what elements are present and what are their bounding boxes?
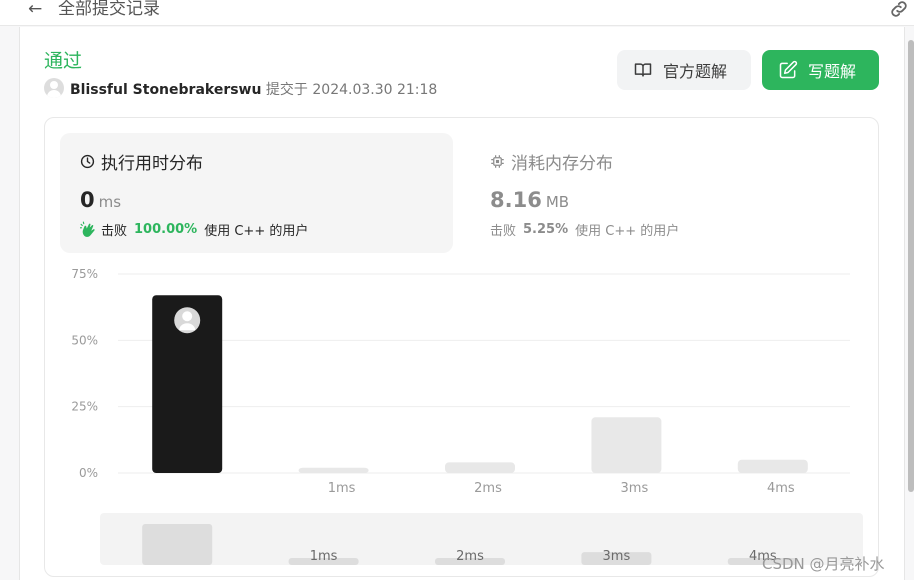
submission-meta: Blissful Stonebrakerswu 提交于 2024.03.30 2… [70,79,437,99]
submitted-time: 2024.03.30 21:18 [312,82,438,98]
x-tick-label: 1ms [328,481,356,496]
runtime-distribution-chart[interactable]: 75%50%25%0%1ms 2ms 3ms 4ms1ms 2ms 3ms 4ms [60,262,865,567]
avatar[interactable] [44,78,64,98]
overview-tick-label: 2ms [456,549,484,564]
runtime-beats: 击败 100.00% 使用 C++ 的用户 [80,220,308,239]
chart-bar[interactable] [737,459,808,473]
runtime-title: 执行用时分布 [80,149,203,174]
top-bar: ← 全部提交记录 [0,0,914,26]
memory-beats-suffix: 使用 C++ 的用户 [575,224,680,239]
avatar-marker-head [182,311,193,322]
write-solution-label: 写题解 [808,62,857,81]
runtime-number: 0 [80,188,95,212]
scrollbar[interactable] [908,40,914,492]
submitted-label: 提交于 [265,82,308,98]
memory-value: 8.16 MB [490,188,569,212]
link-icon[interactable] [888,0,910,20]
runtime-beats-label: 击败 [101,224,128,239]
x-tick-label: 4ms [767,481,795,496]
runtime-value: 0 ms [80,188,121,212]
memory-beats-label: 击败 [490,224,517,239]
y-tick-label: 50% [71,333,98,347]
chart-bar[interactable] [298,467,369,473]
status-label: 通过 [44,50,83,72]
chip-icon [491,155,504,168]
memory-title-text: 消耗内存分布 [511,154,613,174]
edit-icon [779,60,798,79]
memory-tab[interactable]: 消耗内存分布 8.16 MB 击败 5.25% 使用 C++ 的用户 [470,133,863,253]
x-tick-label: 2ms [474,481,502,496]
chart-bar[interactable] [445,462,515,473]
memory-beats: 击败 5.25% 使用 C++ 的用户 [490,220,679,239]
arrow-left-icon[interactable]: ← [28,0,42,18]
username[interactable]: Blissful Stonebrakerswu [70,82,261,98]
memory-title: 消耗内存分布 [490,149,613,174]
y-tick-label: 25% [71,400,98,414]
memory-number: 8.16 [490,188,542,212]
y-tick-label: 0% [79,466,98,480]
clock-icon [80,154,95,169]
chart-bar[interactable] [591,417,662,473]
y-tick-label: 75% [71,267,98,281]
overview-tick-label: 1ms [310,549,338,564]
official-solution-button[interactable]: 官方题解 [617,50,751,90]
write-solution-button[interactable]: 写题解 [762,50,879,90]
x-tick-label: 3ms [621,481,649,496]
runtime-unit: ms [98,193,122,211]
memory-beats-pct: 5.25% [523,222,569,237]
runtime-beats-pct: 100.00% [134,222,198,237]
overview-bar [142,524,213,565]
official-solution-label: 官方题解 [663,62,728,81]
overview-tick-label: 3ms [603,549,631,564]
runtime-tab[interactable]: 执行用时分布 0 ms 击败 100.00% 使用 C++ 的用户 [60,133,453,253]
book-icon [634,63,652,77]
memory-unit: MB [545,193,570,211]
watermark: CSDN @月亮补水 [762,555,885,573]
runtime-beats-suffix: 使用 C++ 的用户 [204,224,309,239]
page-title[interactable]: 全部提交记录 [58,0,160,20]
runtime-title-text: 执行用时分布 [101,154,203,174]
clap-icon [80,221,95,237]
